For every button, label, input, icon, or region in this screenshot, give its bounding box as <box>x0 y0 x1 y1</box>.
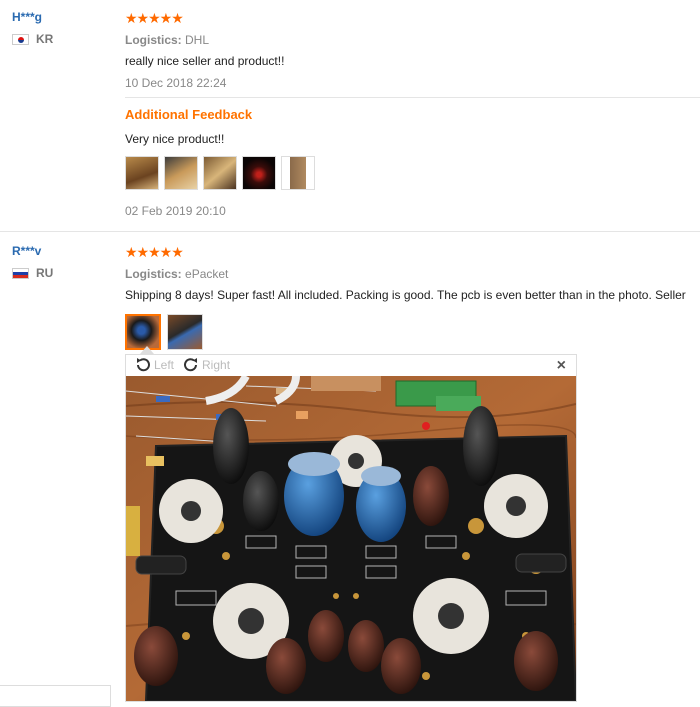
reviewer-info: R***v RU <box>12 244 53 280</box>
review-text: really nice seller and product!! <box>125 54 285 68</box>
star-rating: ★★★★★ <box>125 244 184 260</box>
additional-feedback-text: Very nice product!! <box>125 132 225 146</box>
additional-feedback-heading: Additional Feedback <box>125 107 253 122</box>
rotate-right-label: Right <box>202 358 231 372</box>
review-photo-thumbnail[interactable] <box>281 156 315 190</box>
rotate-right-button[interactable]: Right <box>182 356 230 374</box>
logistics-value: ePacket <box>185 267 229 281</box>
review-body: ★★★★★ Logistics: DHL really nice seller … <box>125 10 700 90</box>
rotate-left-label: Left <box>154 358 175 372</box>
review-photo-thumbnail[interactable] <box>164 156 198 190</box>
star-rating: ★★★★★ <box>125 10 184 26</box>
image-viewer: Left Right × <box>125 354 577 702</box>
logistics-value: DHL <box>185 33 210 47</box>
viewer-toolbar: Left Right × <box>126 355 576 375</box>
reviewer-country: RU <box>12 266 53 280</box>
thumbnail-list <box>125 156 700 190</box>
additional-body: Additional Feedback Very nice product!! … <box>125 107 700 218</box>
review-body: ★★★★★ Logistics: ePacket Shipping 8 days… <box>125 244 700 350</box>
viewer-pointer <box>140 346 154 354</box>
review-photo-thumbnail[interactable] <box>125 156 159 190</box>
country-code: KR <box>36 32 54 46</box>
additional-divider <box>125 97 700 98</box>
reviewer-name[interactable]: R***v <box>12 244 53 258</box>
review-photo-thumbnail[interactable] <box>203 156 237 190</box>
reviewer-info: H***g KR <box>12 10 53 46</box>
tube-amplifier-pcb-photo <box>126 376 576 701</box>
reviewer-name[interactable]: H***g <box>12 10 53 24</box>
logistics-label: Logistics: <box>125 267 182 281</box>
additional-feedback-date: 02 Feb 2019 20:10 <box>125 204 226 218</box>
review-divider <box>0 231 700 232</box>
review-date: 10 Dec 2018 22:24 <box>125 76 227 90</box>
enlarged-review-photo <box>126 376 576 701</box>
thumbnail-list <box>125 314 700 350</box>
bottom-panel <box>0 685 111 707</box>
rotate-right-icon <box>184 358 198 372</box>
logistics-info: Logistics: ePacket <box>125 267 700 281</box>
country-code: RU <box>36 266 54 280</box>
logistics-label: Logistics: <box>125 33 182 47</box>
logistics-info: Logistics: DHL <box>125 33 700 47</box>
review-photo-thumbnail[interactable] <box>167 314 203 350</box>
flag-kr-icon <box>12 33 29 45</box>
rotate-left-button[interactable]: Left <box>134 356 174 374</box>
review-photo-thumbnail-selected[interactable] <box>125 314 161 350</box>
reviewer-country: KR <box>12 32 53 46</box>
review-text: Shipping 8 days! Super fast! All include… <box>125 288 686 302</box>
flag-ru-icon <box>12 267 29 279</box>
close-icon[interactable]: × <box>557 357 566 375</box>
rotate-left-icon <box>137 358 150 372</box>
review-photo-thumbnail[interactable] <box>242 156 276 190</box>
